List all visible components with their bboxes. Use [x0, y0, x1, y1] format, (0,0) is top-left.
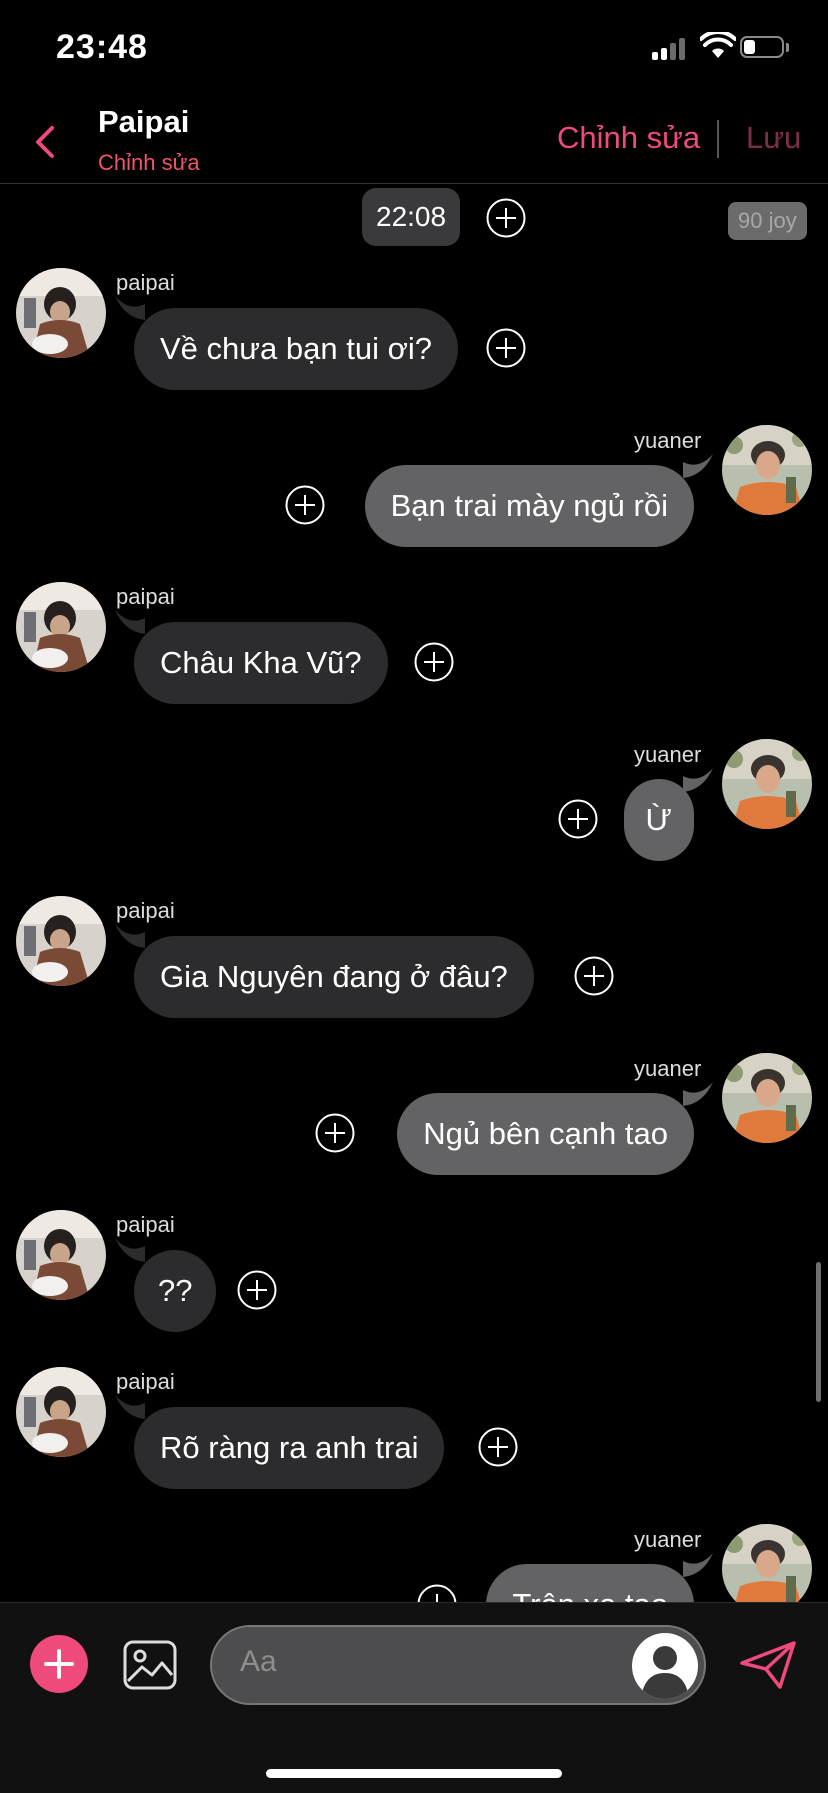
plus-icon [44, 1649, 74, 1679]
avatar-yuaner[interactable] [722, 739, 812, 829]
add-reaction-icon[interactable] [478, 1427, 518, 1467]
sender-name: paipai [116, 1212, 175, 1237]
message-bubble[interactable]: Châu Kha Vũ? [134, 622, 388, 704]
avatar-yuaner[interactable] [722, 425, 812, 515]
profile-avatar-icon[interactable] [632, 1633, 698, 1699]
avatar-paipai[interactable] [16, 896, 106, 986]
message-bubble[interactable]: ?? [134, 1250, 217, 1332]
add-button[interactable] [30, 1635, 88, 1693]
bubble-tail [115, 1238, 145, 1262]
message-bubble[interactable]: Về chưa bạn tui ơi? [134, 308, 459, 390]
message-bubble[interactable]: Ừ [623, 779, 694, 861]
nav-divider [717, 120, 719, 158]
add-reaction-icon[interactable] [315, 1113, 355, 1153]
sender-name: yuaner [634, 742, 702, 767]
avatar-paipai[interactable] [16, 582, 106, 672]
add-reaction-icon[interactable] [486, 198, 526, 238]
message-bubble[interactable]: Rõ ràng ra anh trai [134, 1407, 445, 1489]
save-button[interactable]: Lưu [746, 120, 801, 156]
image-icon[interactable] [122, 1639, 178, 1691]
chat-area[interactable]: 22:08 90 joy paipai Về chưa bạn tui ơi? … [0, 184, 828, 1604]
avatar-paipai[interactable] [16, 1367, 106, 1457]
edit-button[interactable]: Chỉnh sửa [557, 120, 700, 156]
sender-name: paipai [116, 1369, 175, 1394]
bubble-tail [683, 1553, 713, 1577]
avatar-paipai[interactable] [16, 268, 106, 358]
message-input[interactable]: Aa [210, 1625, 706, 1705]
sender-name: yuaner [634, 1527, 702, 1552]
sender-name: yuaner [634, 428, 702, 453]
chat-subtitle: Chỉnh sửa [98, 150, 200, 175]
wifi-icon [700, 32, 736, 58]
avatar-paipai[interactable] [16, 1210, 106, 1300]
sender-name: paipai [116, 898, 175, 923]
bubble-tail [115, 1395, 145, 1419]
add-reaction-icon[interactable] [414, 642, 454, 682]
back-chevron-icon[interactable] [26, 120, 66, 164]
add-reaction-icon[interactable] [285, 485, 325, 525]
joy-badge: 90 joy [728, 202, 807, 240]
avatar-yuaner[interactable] [722, 1524, 812, 1604]
add-reaction-icon[interactable] [417, 1584, 457, 1604]
chat-title: Paipai [98, 104, 190, 139]
add-reaction-icon[interactable] [486, 328, 526, 368]
timestamp-pill: 22:08 [362, 188, 461, 246]
sender-name: yuaner [634, 1056, 702, 1081]
bubble-tail [683, 768, 713, 792]
sender-name: paipai [116, 584, 175, 609]
add-reaction-icon[interactable] [237, 1270, 277, 1310]
message-bubble[interactable]: Ngủ bên cạnh tao [397, 1093, 694, 1175]
bubble-tail [115, 610, 145, 634]
add-reaction-icon[interactable] [558, 799, 598, 839]
message-input-placeholder: Aa [240, 1645, 277, 1678]
add-reaction-icon[interactable] [574, 956, 614, 996]
status-bar: 23:48 [0, 0, 828, 100]
message-bubble[interactable]: Trên xe tao [486, 1564, 694, 1604]
send-icon[interactable] [738, 1639, 798, 1691]
bubble-tail [115, 924, 145, 948]
status-time: 23:48 [56, 28, 148, 66]
message-bubble[interactable]: Bạn trai mày ngủ rồi [364, 465, 694, 547]
sender-name: paipai [116, 270, 175, 295]
scrollbar[interactable] [816, 1262, 821, 1402]
message-bubble[interactable]: Gia Nguyên đang ở đâu? [134, 936, 534, 1018]
bubble-tail [115, 296, 145, 320]
home-indicator[interactable] [266, 1769, 562, 1778]
battery-icon [740, 36, 790, 60]
avatar-yuaner[interactable] [722, 1053, 812, 1143]
signal-icon [652, 36, 688, 60]
nav-bar: Paipai Chỉnh sửa Chỉnh sửa Lưu [0, 100, 828, 184]
bubble-tail [683, 454, 713, 478]
composer-bar: Aa [0, 1602, 828, 1793]
bubble-tail [683, 1082, 713, 1106]
